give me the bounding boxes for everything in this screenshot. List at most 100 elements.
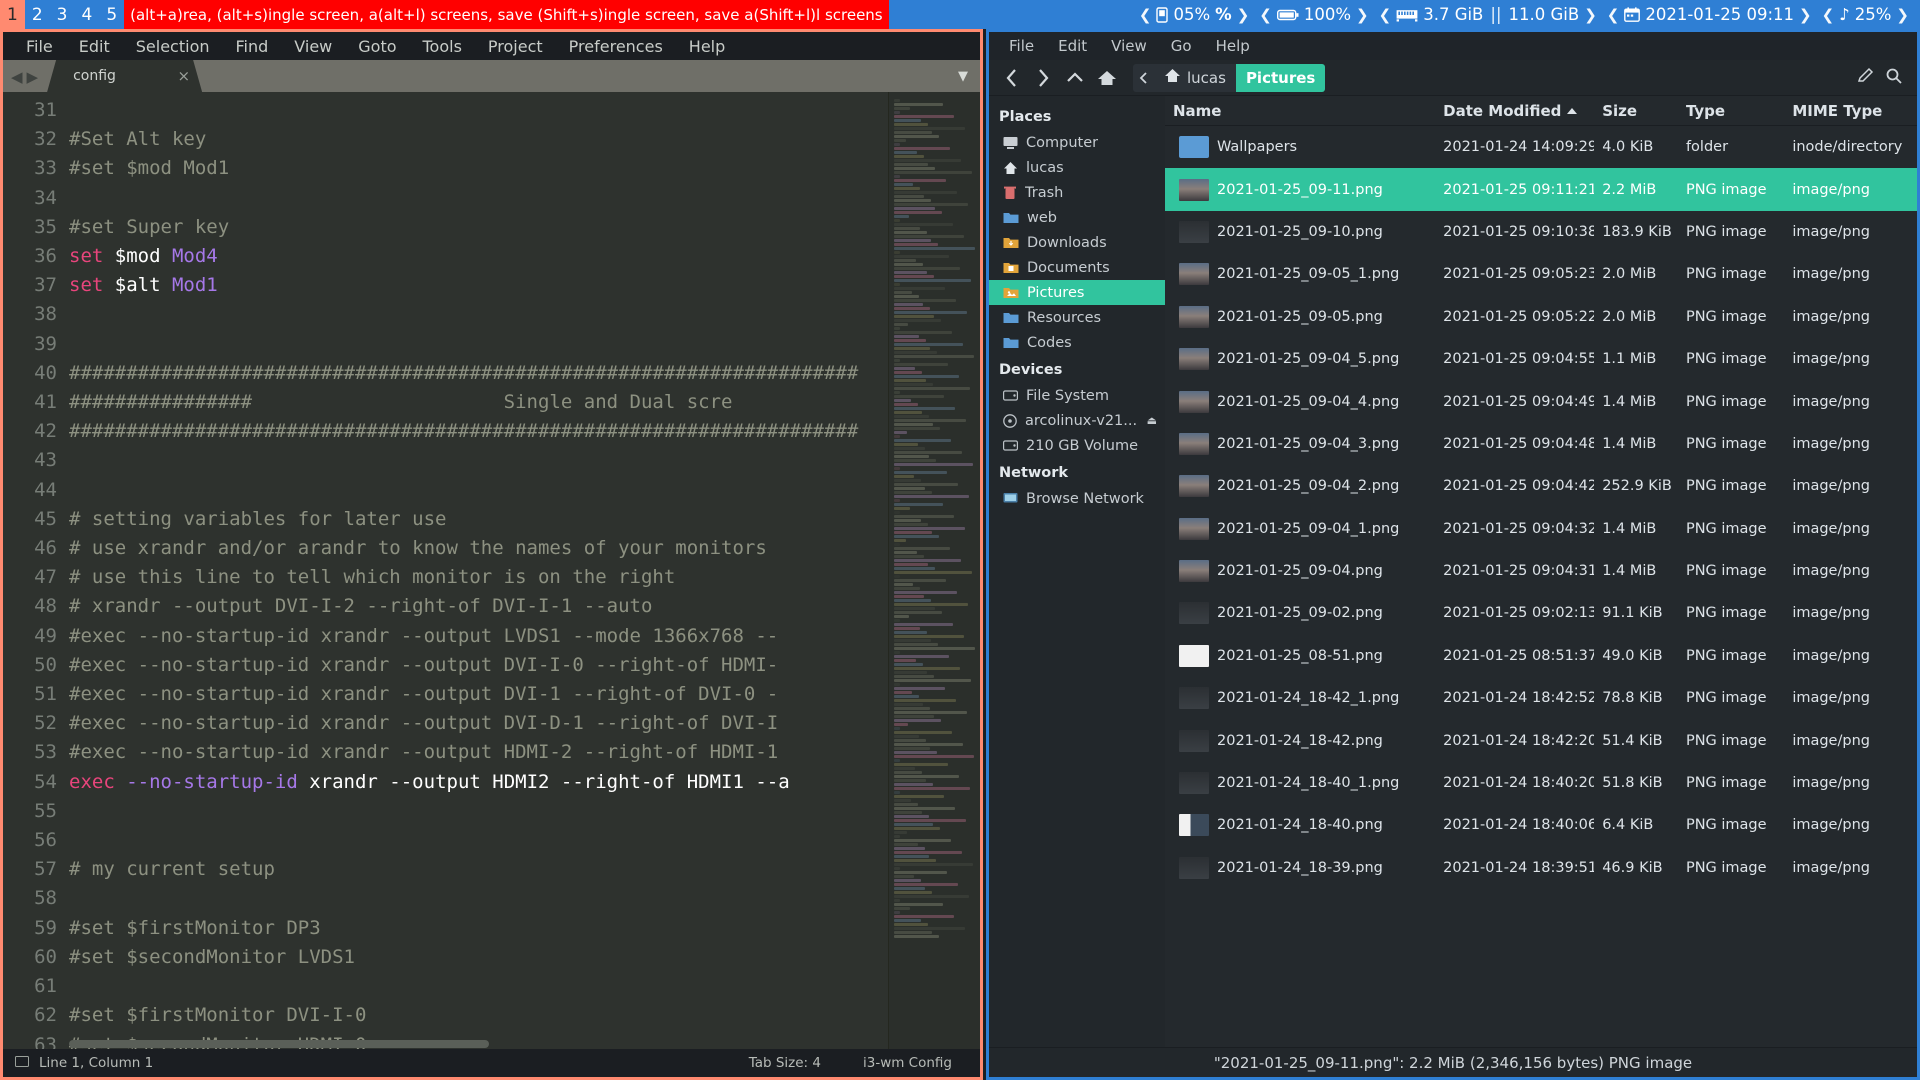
column-header-date[interactable]: Date Modified: [1435, 102, 1594, 120]
sidebar-item-codes[interactable]: Codes: [989, 330, 1165, 355]
syntax-mode[interactable]: i3-wm Config: [847, 1055, 968, 1071]
nemo-menu-item-edit[interactable]: Edit: [1046, 37, 1099, 55]
pencil-icon[interactable]: [1857, 67, 1875, 89]
table-row[interactable]: Wallpapers 2021-01-24 14:09:29 4.0 KiB fold…: [1165, 126, 1917, 168]
menu-item-view[interactable]: View: [281, 37, 345, 56]
up-button[interactable]: [1061, 64, 1089, 92]
code-line[interactable]: [69, 972, 888, 1001]
table-row[interactable]: 2021-01-25_09-04_4.png 2021-01-25 09:04:4…: [1165, 380, 1917, 422]
code-line[interactable]: [69, 184, 888, 213]
minimap[interactable]: [888, 92, 980, 1049]
sublime-tabbar[interactable]: ◀ ▶ config × ▼: [3, 60, 980, 92]
table-row[interactable]: 2021-01-24_18-40_1.png 2021-01-24 18:40:2…: [1165, 762, 1917, 804]
tab-prev-icon[interactable]: ◀: [11, 68, 24, 86]
column-header-name[interactable]: Name: [1165, 102, 1435, 120]
file-name-cell[interactable]: 2021-01-25_09-05.png: [1165, 305, 1435, 328]
file-name-cell[interactable]: 2021-01-25_09-04_2.png: [1165, 475, 1435, 498]
breadcrumb-item-lucas[interactable]: lucas: [1154, 64, 1236, 92]
breadcrumb[interactable]: lucas Pictures: [1133, 63, 1326, 92]
menu-item-preferences[interactable]: Preferences: [556, 37, 676, 56]
places-sidebar[interactable]: Places Computer lucas Trash web Downloads Docu…: [989, 96, 1165, 1047]
table-row[interactable]: 2021-01-25_08-51.png 2021-01-25 08:51:37 4…: [1165, 635, 1917, 677]
column-header-size[interactable]: Size: [1594, 102, 1678, 120]
file-name-cell[interactable]: 2021-01-24_18-39.png: [1165, 856, 1435, 879]
sublime-text-window[interactable]: File Edit Selection Find View Goto Tools Projec…: [0, 29, 983, 1080]
tab-size[interactable]: Tab Size: 4: [733, 1055, 837, 1071]
code-line[interactable]: # xrandr --output DVI-I-2 --right-of DVI…: [69, 592, 888, 621]
code-line[interactable]: exec --no-startup-id xrandr --output HDM…: [69, 768, 888, 797]
file-name-cell[interactable]: 2021-01-25_09-11.png: [1165, 178, 1435, 201]
file-name-cell[interactable]: 2021-01-25_09-04.png: [1165, 560, 1435, 583]
table-row[interactable]: 2021-01-24_18-42.png 2021-01-24 18:42:20 5…: [1165, 719, 1917, 761]
file-name-cell[interactable]: 2021-01-25_09-05_1.png: [1165, 263, 1435, 286]
cursor-position[interactable]: Line 1, Column 1: [39, 1055, 153, 1071]
menu-item-file[interactable]: File: [13, 37, 66, 56]
nemo-menu-item-help[interactable]: Help: [1204, 37, 1262, 55]
table-row[interactable]: 2021-01-24_18-42_1.png 2021-01-24 18:42:5…: [1165, 677, 1917, 719]
search-icon[interactable]: [1885, 67, 1903, 89]
code-line[interactable]: #set $mod Mod1: [69, 154, 888, 183]
code-line[interactable]: # my current setup: [69, 855, 888, 884]
table-row[interactable]: 2021-01-24_18-39.png 2021-01-24 18:39:51 4…: [1165, 847, 1917, 889]
code-line[interactable]: [69, 300, 888, 329]
workspace-button-1[interactable]: 1: [0, 0, 25, 29]
clock-status[interactable]: ❮ 2021-01-25 09:11 ❯: [1602, 5, 1817, 24]
file-name-cell[interactable]: 2021-01-24_18-42.png: [1165, 729, 1435, 752]
code-line[interactable]: [69, 797, 888, 826]
file-name-cell[interactable]: 2021-01-24_18-40.png: [1165, 814, 1435, 837]
editor-tab-config[interactable]: config ×: [47, 60, 202, 92]
close-icon[interactable]: ×: [178, 67, 191, 85]
table-row[interactable]: 2021-01-25_09-11.png 2021-01-25 09:11:21 2…: [1165, 168, 1917, 211]
code-line[interactable]: [69, 96, 888, 125]
memory-status[interactable]: ❮ 3.7 GiB || 11.0 GiB ❯: [1374, 5, 1602, 24]
battery-status[interactable]: ❮ 100% ❯: [1254, 5, 1373, 24]
toolbar-tools[interactable]: [1857, 67, 1909, 89]
file-name-cell[interactable]: 2021-01-25_09-04_5.png: [1165, 348, 1435, 371]
table-row[interactable]: 2021-01-25_09-05.png 2021-01-25 09:05:22 2…: [1165, 296, 1917, 338]
sidebar-item-trash[interactable]: Trash: [989, 180, 1165, 205]
code-line[interactable]: # use this line to tell which monitor is…: [69, 563, 888, 592]
sidebar-item-pictures[interactable]: Pictures: [989, 280, 1165, 305]
workspace-button-2[interactable]: 2: [25, 0, 50, 29]
table-row[interactable]: 2021-01-25_09-04_5.png 2021-01-25 09:04:5…: [1165, 338, 1917, 380]
sidebar-item-file-system[interactable]: File System: [989, 383, 1165, 408]
nemo-menu-item-go[interactable]: Go: [1159, 37, 1204, 55]
menu-item-selection[interactable]: Selection: [123, 37, 223, 56]
sidebar-item-documents[interactable]: Documents: [989, 255, 1165, 280]
table-row[interactable]: 2021-01-25_09-04_1.png 2021-01-25 09:04:3…: [1165, 508, 1917, 550]
code-line[interactable]: #set $secondMonitor LVDS1: [69, 943, 888, 972]
file-name-cell[interactable]: 2021-01-25_09-10.png: [1165, 220, 1435, 243]
code-line[interactable]: set $alt Mod1: [69, 271, 888, 300]
code-view[interactable]: 31 32 33 34 35 36 37 38 39 40 41 42 43 44 45 46 47 48 49 50…: [3, 92, 888, 1049]
file-name-cell[interactable]: 2021-01-25_09-02.png: [1165, 602, 1435, 625]
code-text[interactable]: #Set Alt key #set $mod Mod1 #set Super ke…: [69, 96, 888, 1049]
file-name-cell[interactable]: 2021-01-25_09-04_4.png: [1165, 390, 1435, 413]
menu-item-edit[interactable]: Edit: [66, 37, 123, 56]
menu-item-project[interactable]: Project: [475, 37, 556, 56]
workspace-buttons[interactable]: 12345: [0, 0, 124, 29]
code-line[interactable]: # setting variables for later use: [69, 505, 888, 534]
nemo-toolbar[interactable]: lucas Pictures: [989, 60, 1917, 96]
workspace-button-5[interactable]: 5: [99, 0, 124, 29]
home-button[interactable]: [1093, 64, 1121, 92]
sublime-menubar[interactable]: File Edit Selection Find View Goto Tools Projec…: [3, 32, 980, 60]
column-header-mime[interactable]: MIME Type: [1784, 102, 1917, 120]
table-row[interactable]: 2021-01-25_09-02.png 2021-01-25 09:02:13 9…: [1165, 592, 1917, 634]
nemo-file-manager-window[interactable]: File Edit View Go Help lucas Pictures Places C…: [986, 29, 1920, 1080]
file-name-cell[interactable]: 2021-01-25_08-51.png: [1165, 644, 1435, 667]
file-name-cell[interactable]: 2021-01-25_09-04_3.png: [1165, 432, 1435, 455]
file-list-header[interactable]: Name Date Modified Size Type MIME Type: [1165, 96, 1917, 126]
sidebar-item-browse-network[interactable]: Browse Network: [989, 486, 1165, 511]
menu-item-goto[interactable]: Goto: [345, 37, 409, 56]
table-row[interactable]: 2021-01-25_09-04_2.png 2021-01-25 09:04:4…: [1165, 465, 1917, 507]
code-line[interactable]: ################ Single and Dual scre: [69, 388, 888, 417]
file-name-cell[interactable]: 2021-01-25_09-04_1.png: [1165, 517, 1435, 540]
column-header-type[interactable]: Type: [1678, 102, 1784, 120]
eject-icon[interactable]: ⏏: [1147, 414, 1157, 427]
code-line[interactable]: set $mod Mod4: [69, 242, 888, 271]
workspace-button-3[interactable]: 3: [50, 0, 75, 29]
breadcrumb-item-pictures[interactable]: Pictures: [1235, 63, 1326, 92]
cpu-status[interactable]: ❮ 05% % ❯: [1134, 5, 1254, 24]
nemo-menu-item-view[interactable]: View: [1099, 37, 1159, 55]
code-line[interactable]: #set Super key: [69, 213, 888, 242]
